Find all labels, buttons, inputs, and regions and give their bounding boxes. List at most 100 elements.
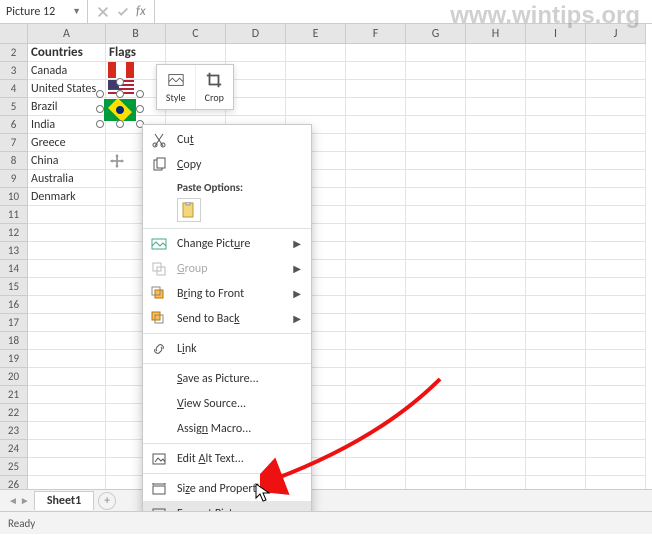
cell[interactable] <box>466 224 526 242</box>
cell[interactable] <box>586 134 646 152</box>
cell[interactable] <box>28 260 106 278</box>
cell[interactable] <box>346 152 406 170</box>
cell[interactable] <box>526 458 586 476</box>
column-header[interactable]: D <box>226 24 286 44</box>
row-header[interactable]: 9 <box>0 170 28 188</box>
cell[interactable] <box>346 44 406 62</box>
spreadsheet-grid[interactable]: A B C D E F G H I J 2 3 4 5 6 7 8 9 10 1… <box>0 24 652 512</box>
cell[interactable] <box>466 314 526 332</box>
row-header[interactable]: 19 <box>0 350 28 368</box>
cell[interactable] <box>406 206 466 224</box>
cell[interactable] <box>28 458 106 476</box>
cell[interactable] <box>586 404 646 422</box>
cell[interactable] <box>526 188 586 206</box>
cell[interactable] <box>226 44 286 62</box>
cell[interactable] <box>406 242 466 260</box>
row-header[interactable]: 6 <box>0 116 28 134</box>
cell[interactable] <box>28 206 106 224</box>
cell[interactable] <box>286 80 346 98</box>
cell[interactable] <box>346 368 406 386</box>
cell[interactable]: China <box>28 152 106 170</box>
cell[interactable] <box>466 260 526 278</box>
cell[interactable] <box>346 188 406 206</box>
cell[interactable] <box>586 314 646 332</box>
cell[interactable]: Flags <box>106 44 166 62</box>
cell[interactable] <box>226 80 286 98</box>
formula-input[interactable] <box>154 0 652 23</box>
confirm-icon[interactable] <box>116 5 130 19</box>
cell[interactable]: Greece <box>28 134 106 152</box>
cell[interactable] <box>226 62 286 80</box>
menu-copy[interactable]: Copy <box>143 152 311 177</box>
menu-change-picture[interactable]: Change Picture ▶ <box>143 231 311 256</box>
cell[interactable] <box>466 404 526 422</box>
cell[interactable] <box>466 62 526 80</box>
cell[interactable] <box>586 170 646 188</box>
row-header[interactable]: 3 <box>0 62 28 80</box>
cell[interactable] <box>28 350 106 368</box>
column-header[interactable]: J <box>586 24 646 44</box>
cancel-icon[interactable] <box>96 5 110 19</box>
cell[interactable] <box>346 116 406 134</box>
menu-assign-macro[interactable]: Assign Macro... <box>143 416 311 441</box>
cell[interactable] <box>346 62 406 80</box>
cell[interactable] <box>526 116 586 134</box>
cell[interactable] <box>526 278 586 296</box>
new-sheet-button[interactable]: + <box>98 492 116 510</box>
cell[interactable] <box>526 386 586 404</box>
cell[interactable] <box>28 332 106 350</box>
cell[interactable] <box>526 422 586 440</box>
cell[interactable] <box>466 422 526 440</box>
cell[interactable] <box>28 368 106 386</box>
cell[interactable] <box>466 296 526 314</box>
column-header[interactable]: E <box>286 24 346 44</box>
cell[interactable] <box>346 422 406 440</box>
cell[interactable] <box>526 152 586 170</box>
row-header[interactable]: 12 <box>0 224 28 242</box>
cell[interactable] <box>346 350 406 368</box>
cell[interactable] <box>526 170 586 188</box>
cell[interactable] <box>466 458 526 476</box>
cell[interactable] <box>346 260 406 278</box>
cell[interactable] <box>526 332 586 350</box>
row-header[interactable]: 2 <box>0 44 28 62</box>
row-header[interactable]: 8 <box>0 152 28 170</box>
cell[interactable] <box>586 368 646 386</box>
style-button[interactable]: Style <box>157 65 196 109</box>
cell[interactable] <box>346 296 406 314</box>
cell[interactable] <box>526 224 586 242</box>
cell[interactable] <box>346 224 406 242</box>
cell[interactable] <box>586 80 646 98</box>
cell[interactable] <box>406 44 466 62</box>
cell[interactable] <box>28 296 106 314</box>
cell[interactable] <box>406 278 466 296</box>
crop-button[interactable]: Crop <box>196 65 234 109</box>
fx-icon[interactable]: fx <box>136 4 146 19</box>
menu-view-source[interactable]: View Source... <box>143 391 311 416</box>
cell[interactable] <box>526 62 586 80</box>
cell[interactable] <box>586 44 646 62</box>
cell[interactable] <box>346 314 406 332</box>
cell[interactable] <box>466 368 526 386</box>
cell[interactable] <box>466 170 526 188</box>
cell[interactable] <box>28 422 106 440</box>
cell[interactable] <box>346 98 406 116</box>
column-header[interactable]: G <box>406 24 466 44</box>
cell[interactable] <box>586 206 646 224</box>
menu-size-and-properties[interactable]: Size and Properties... <box>143 476 311 501</box>
cell[interactable] <box>226 98 286 116</box>
cell[interactable] <box>466 152 526 170</box>
row-header[interactable]: 10 <box>0 188 28 206</box>
cell[interactable] <box>28 314 106 332</box>
cell[interactable] <box>526 206 586 224</box>
row-header[interactable]: 7 <box>0 134 28 152</box>
flag-brazil[interactable] <box>104 99 136 121</box>
cell[interactable] <box>406 224 466 242</box>
row-header[interactable]: 11 <box>0 206 28 224</box>
cell[interactable] <box>526 368 586 386</box>
tab-nav-prev[interactable]: ◄ <box>8 494 18 507</box>
row-header[interactable]: 23 <box>0 422 28 440</box>
cell[interactable] <box>406 404 466 422</box>
cell[interactable] <box>406 260 466 278</box>
column-header[interactable]: B <box>106 24 166 44</box>
